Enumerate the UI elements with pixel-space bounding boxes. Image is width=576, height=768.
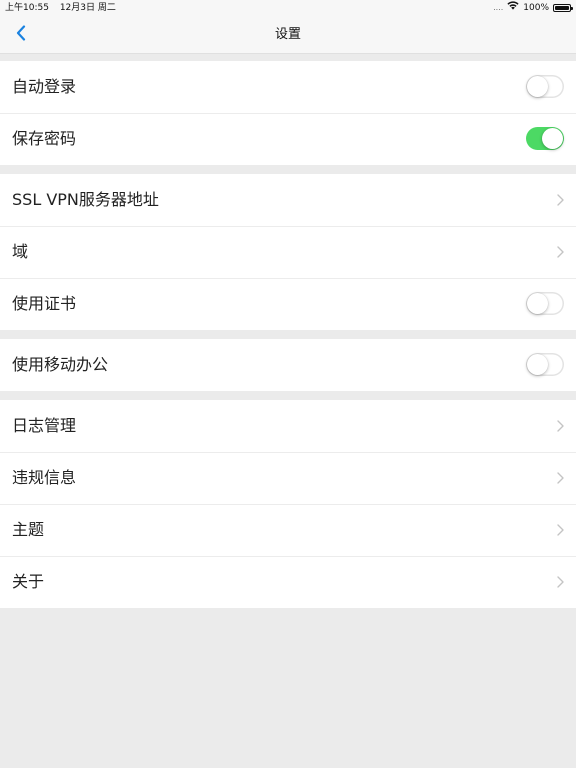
row-label: 自动登录 [12, 77, 77, 96]
row-label: 关于 [12, 572, 45, 591]
auto-login-toggle[interactable] [526, 75, 564, 98]
wifi-icon [507, 0, 519, 16]
status-right: .... 100% [493, 0, 573, 16]
toggle-knob [527, 293, 548, 314]
row-label: 使用证书 [12, 294, 77, 313]
row-label: SSL VPN服务器地址 [12, 190, 159, 209]
row-log-management[interactable]: 日志管理 [0, 400, 576, 452]
status-date: 12月3日 周二 [59, 3, 116, 13]
settings-group-mobile-office: 使用移动办公 [0, 339, 576, 391]
row-label: 日志管理 [12, 416, 77, 435]
use-certificate-toggle[interactable] [526, 292, 564, 315]
row-violation-info[interactable]: 违规信息 [0, 452, 576, 504]
row-label: 保存密码 [12, 129, 77, 148]
chevron-right-icon [557, 524, 564, 536]
signal-icon: .... [493, 3, 504, 12]
row-label: 使用移动办公 [12, 355, 109, 374]
settings-group-misc: 日志管理 违规信息 主题 关于 [0, 400, 576, 608]
chevron-right-icon [557, 576, 564, 588]
row-auto-login: 自动登录 [0, 61, 576, 113]
row-label: 违规信息 [12, 468, 77, 487]
row-use-certificate: 使用证书 [0, 278, 576, 330]
toggle-knob [527, 354, 548, 375]
toggle-knob [542, 128, 563, 149]
status-time: 上午10:55 [5, 3, 49, 13]
status-left: 上午10:55 12月3日 周二 [5, 0, 116, 16]
row-ssl-vpn-server[interactable]: SSL VPN服务器地址 [0, 174, 576, 226]
mobile-office-toggle[interactable] [526, 353, 564, 376]
row-theme[interactable]: 主题 [0, 504, 576, 556]
chevron-right-icon [557, 420, 564, 432]
status-bar: 上午10:55 12月3日 周二 .... 100% [0, 0, 576, 16]
chevron-right-icon [557, 246, 564, 258]
toggle-knob [527, 76, 548, 97]
chevron-right-icon [557, 194, 564, 206]
row-label: 主题 [12, 520, 45, 539]
row-mobile-office: 使用移动办公 [0, 339, 576, 391]
battery-percent: 100% [523, 3, 549, 13]
row-save-password: 保存密码 [0, 113, 576, 165]
row-domain[interactable]: 域 [0, 226, 576, 278]
page-title: 设置 [274, 27, 301, 42]
row-about[interactable]: 关于 [0, 556, 576, 608]
settings-group-server: SSL VPN服务器地址 域 使用证书 [0, 174, 576, 330]
row-label: 域 [12, 242, 29, 261]
chevron-right-icon [557, 472, 564, 484]
settings-group-login: 自动登录 保存密码 [0, 61, 576, 165]
nav-bar: 设置 [0, 16, 576, 54]
save-password-toggle[interactable] [526, 127, 564, 150]
battery-fill [555, 6, 569, 10]
battery-icon [553, 4, 573, 12]
